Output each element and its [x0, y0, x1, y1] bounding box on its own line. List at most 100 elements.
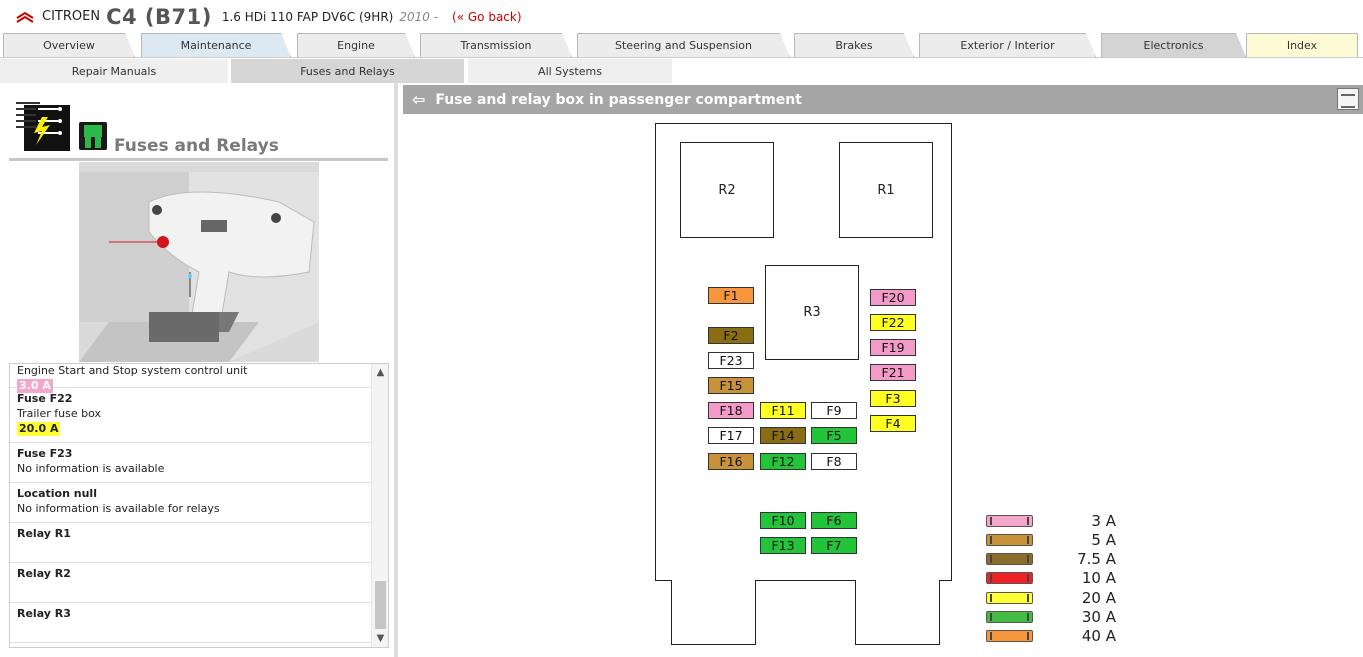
left-panel: Fuses and Relays Engine Start and Stop s… [0, 83, 398, 657]
tab-overview[interactable]: Overview [3, 33, 135, 57]
item-title: Relay R2 [17, 567, 71, 580]
diagram-title: Fuse and relay box in passenger compartm… [435, 91, 802, 108]
fuse-f20[interactable]: F20 [870, 289, 916, 306]
fuse-f17[interactable]: F17 [708, 427, 754, 444]
legend-label: 30 A [1081, 608, 1116, 626]
fuse-f21[interactable]: F21 [870, 364, 916, 381]
fuse-f8[interactable]: F8 [811, 453, 857, 470]
item-description: No information is available [17, 462, 165, 475]
tab-index[interactable]: Index [1246, 33, 1358, 57]
scroll-down-icon[interactable]: ▼ [372, 630, 388, 647]
diagram-title-bar: ⇦ Fuse and relay box in passenger compar… [403, 85, 1363, 114]
fuse-f5[interactable]: F5 [811, 427, 857, 444]
list-item[interactable]: Location null No information is availabl… [10, 483, 372, 523]
item-title: Fuse F22 [17, 392, 73, 405]
list-scrollbar[interactable]: ▲ ▼ [371, 364, 388, 647]
fuse-f3[interactable]: F3 [870, 390, 916, 407]
item-title: Fuse F23 [17, 447, 73, 460]
fuse-f4[interactable]: F4 [870, 415, 916, 432]
tab-maintenance[interactable]: Maintenance [141, 33, 291, 57]
section-title: Fuses and Relays [114, 136, 279, 156]
legend-swatch [986, 592, 1033, 604]
legend-swatch [986, 515, 1033, 527]
fuses-relays-icon [14, 99, 70, 151]
legend-label: 5 A [1091, 531, 1116, 549]
scroll-thumb[interactable] [375, 581, 386, 629]
subtab-fuses-relays[interactable]: Fuses and Relays [231, 59, 464, 83]
fuse-f13[interactable]: F13 [760, 537, 806, 554]
list-item[interactable]: Relay R3 [10, 603, 372, 643]
tab-electronics[interactable]: Electronics [1101, 33, 1246, 57]
engine-name: 1.6 HDi 110 FAP DV6C (9HR) [221, 9, 394, 24]
tab-transmission[interactable]: Transmission [420, 33, 572, 57]
legend-label: 40 A [1081, 627, 1116, 645]
diagram-panel: ⇦ Fuse and relay box in passenger compar… [403, 83, 1363, 657]
scroll-up-icon[interactable]: ▲ [372, 364, 388, 381]
legend-item: 40 A [986, 627, 1116, 645]
legend-swatch [986, 630, 1033, 642]
amperage-badge: 20.0 A [17, 422, 61, 436]
go-back-link[interactable]: (« Go back) [452, 10, 522, 24]
legend-item: 3 A [986, 512, 1116, 530]
tab-exterior-interior[interactable]: Exterior / Interior [919, 33, 1096, 57]
legend-swatch [986, 572, 1033, 584]
legend-label: 7.5 A [1077, 550, 1116, 568]
item-description: Engine Start and Stop system control uni… [17, 364, 248, 377]
back-arrow-icon[interactable]: ⇦ [412, 90, 425, 109]
citroen-logo-icon [14, 9, 36, 25]
tab-steering-suspension[interactable]: Steering and Suspension [577, 33, 790, 57]
tab-engine[interactable]: Engine [297, 33, 415, 57]
fuse-f14[interactable]: F14 [760, 427, 806, 444]
tab-brakes[interactable]: Brakes [794, 33, 914, 57]
list-item[interactable]: Fuse F22 Trailer fuse box 20.0 A [10, 388, 372, 443]
legend-label: 10 A [1081, 569, 1116, 587]
fuse-f22[interactable]: F22 [870, 314, 916, 331]
fuse-f23[interactable]: F23 [708, 352, 754, 369]
fuse-f15[interactable]: F15 [708, 377, 754, 394]
fuse-f11[interactable]: F11 [760, 402, 806, 419]
legend-swatch [986, 553, 1033, 565]
legend-item: 30 A [986, 608, 1116, 626]
model-name: C4 (B71) [106, 4, 212, 29]
item-title: Relay R1 [17, 527, 71, 540]
fuse-relay-list[interactable]: Engine Start and Stop system control uni… [9, 363, 389, 648]
list-item[interactable]: Relay R2 [10, 563, 372, 603]
subtab-repair-manuals[interactable]: Repair Manuals [0, 59, 228, 83]
relay-r3[interactable]: R3 [765, 265, 859, 360]
legend-item: 5 A [986, 531, 1116, 549]
model-year: 2010 - [399, 9, 439, 24]
item-description: Trailer fuse box [17, 407, 101, 420]
connector-right [855, 580, 940, 645]
relay-r2[interactable]: R2 [680, 142, 774, 238]
print-icon[interactable] [1337, 88, 1359, 110]
brand-name: CITROEN [42, 9, 101, 24]
item-title: Relay R3 [17, 607, 71, 620]
fuse-f18[interactable]: F18 [708, 402, 754, 419]
legend-swatch [986, 534, 1033, 546]
fuse-f12[interactable]: F12 [760, 453, 806, 470]
subtab-all-systems[interactable]: All Systems [468, 59, 672, 83]
legend-label: 20 A [1081, 589, 1116, 607]
item-title: Location null [17, 487, 97, 500]
section-header: Fuses and Relays [9, 95, 388, 161]
legend-item: 20 A [986, 589, 1116, 607]
legend-item: 10 A [986, 569, 1116, 587]
fuse-f16[interactable]: F16 [708, 453, 754, 470]
legend-label: 3 A [1091, 512, 1116, 530]
list-item[interactable]: Relay R1 [10, 523, 372, 563]
list-item[interactable]: Fuse F23 No information is available [10, 443, 372, 483]
fuse-f9[interactable]: F9 [811, 402, 857, 419]
item-description: No information is available for relays [17, 502, 220, 515]
fuse-f7[interactable]: F7 [811, 537, 857, 554]
list-item[interactable]: Engine Start and Stop system control uni… [10, 364, 372, 393]
relay-r1[interactable]: R1 [839, 142, 933, 238]
connector-left [671, 580, 756, 645]
fuse-f6[interactable]: F6 [811, 512, 857, 529]
fuse-f10[interactable]: F10 [760, 512, 806, 529]
relay-chip-icon [79, 122, 107, 150]
fuse-f2[interactable]: F2 [708, 327, 754, 344]
fuse-f1[interactable]: F1 [708, 287, 754, 304]
legend-swatch [986, 611, 1033, 623]
fuse-f19[interactable]: F19 [870, 339, 916, 356]
legend-item: 7.5 A [986, 550, 1116, 568]
